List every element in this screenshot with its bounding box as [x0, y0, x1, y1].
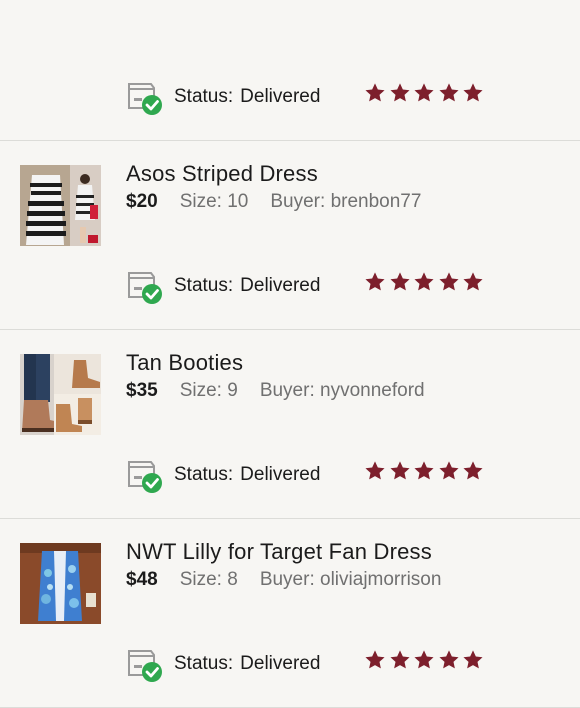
product-thumbnail[interactable]	[20, 165, 101, 246]
star-icon	[365, 272, 385, 291]
status-value: Delivered	[240, 653, 321, 674]
star-icon	[463, 83, 483, 102]
status-value: Delivered	[240, 86, 321, 107]
star-icon	[414, 461, 434, 480]
size-value: 9	[227, 380, 238, 401]
rating-stars	[364, 271, 487, 293]
package-delivered-icon	[126, 456, 164, 494]
order-meta: $35 Size: 9 Buyer: nyvonneford	[126, 380, 425, 402]
order-card[interactable]: Status: Delivered	[0, 0, 580, 141]
star-icon	[365, 650, 385, 669]
star-icon	[365, 83, 385, 102]
package-delivered-icon	[126, 267, 164, 305]
star-icon	[438, 83, 459, 102]
size-label: Size:	[179, 380, 222, 401]
star-icon	[463, 650, 483, 669]
package-delivered-icon	[126, 645, 164, 683]
status-value: Delivered	[240, 464, 321, 485]
rating-stars	[364, 82, 487, 104]
star-icon	[389, 650, 410, 669]
size-value: 10	[227, 191, 249, 212]
size-label: Size:	[179, 191, 222, 212]
product-thumbnail[interactable]	[20, 543, 101, 624]
item-title[interactable]: Tan Booties	[126, 350, 243, 376]
package-delivered-icon	[126, 78, 164, 116]
buyer-label: Buyer:	[270, 191, 326, 212]
order-card[interactable]: Tan Booties $35 Size: 9 Buyer: nyvonneford…	[0, 330, 580, 519]
status-label: Status:	[174, 653, 234, 674]
star-icon	[463, 461, 483, 480]
order-card[interactable]: Asos Striped Dress $20 Size: 10 Buyer: bre…	[0, 141, 580, 330]
order-card[interactable]: NWT Lilly for Target Fan Dress $48 Size: …	[0, 519, 580, 708]
star-icon	[438, 650, 459, 669]
sold-orders-list: Status: Delivered Asos Striped Dress $20…	[0, 0, 580, 708]
star-icon	[389, 272, 410, 291]
item-price: $20	[126, 191, 158, 212]
buyer-username[interactable]: brenbon77	[331, 191, 422, 212]
star-icon	[389, 461, 410, 480]
order-status: Status: Delivered	[126, 78, 321, 116]
star-icon	[414, 83, 434, 102]
order-status: Status: Delivered	[126, 456, 321, 494]
product-thumbnail[interactable]	[20, 354, 101, 435]
item-title[interactable]: NWT Lilly for Target Fan Dress	[126, 539, 432, 565]
striped-dress-image	[20, 165, 101, 246]
order-meta: $20 Size: 10 Buyer: brenbon77	[126, 191, 421, 213]
buyer-label: Buyer:	[259, 380, 315, 401]
booties-image	[20, 354, 101, 435]
status-label: Status:	[174, 464, 234, 485]
star-icon	[438, 272, 459, 291]
status-label: Status:	[174, 275, 234, 296]
order-status: Status: Delivered	[126, 267, 321, 305]
order-status: Status: Delivered	[126, 645, 321, 683]
star-icon	[414, 650, 434, 669]
rating-stars	[364, 649, 487, 671]
rating-stars	[364, 460, 487, 482]
buyer-username[interactable]: nyvonneford	[320, 380, 425, 401]
star-icon	[414, 272, 434, 291]
star-icon	[389, 83, 410, 102]
item-title[interactable]: Asos Striped Dress	[126, 161, 318, 187]
star-icon	[438, 461, 459, 480]
star-icon	[463, 272, 483, 291]
status-label: Status:	[174, 86, 234, 107]
order-meta: $48 Size: 8 Buyer: oliviajmorrison	[126, 569, 441, 591]
blue-dress-image	[20, 543, 101, 624]
status-value: Delivered	[240, 275, 321, 296]
star-icon	[365, 461, 385, 480]
item-price: $35	[126, 380, 158, 401]
